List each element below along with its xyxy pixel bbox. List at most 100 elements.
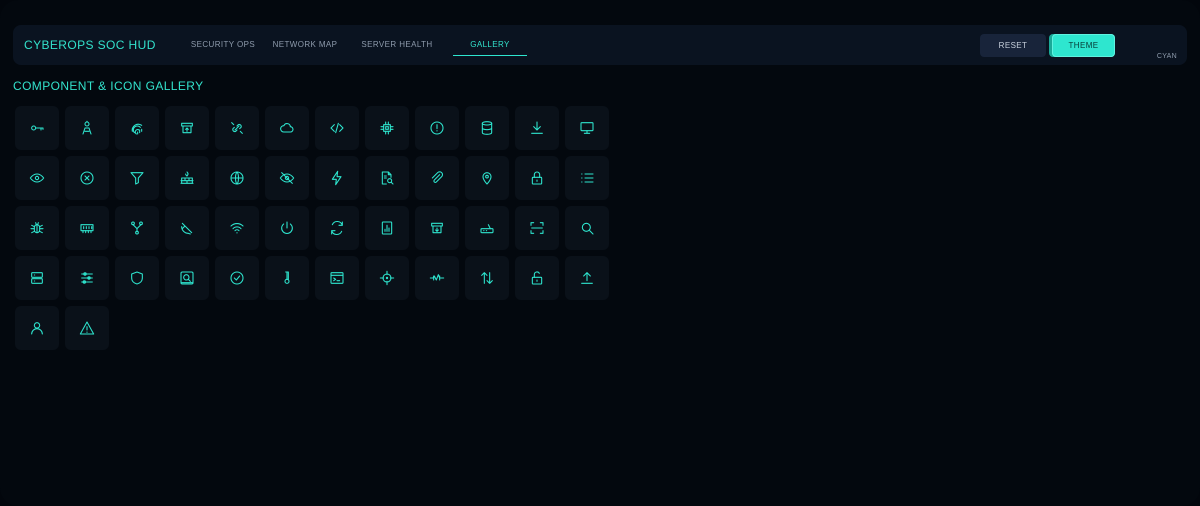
gallery-tile-download[interactable] [515, 106, 559, 150]
file-search-icon [379, 170, 395, 186]
tab-gallery[interactable]: GALLERY [453, 25, 527, 65]
gallery-tile-refresh[interactable] [315, 206, 359, 250]
gallery-tile-user-badge[interactable] [65, 106, 109, 150]
gallery-tile-file-search[interactable] [365, 156, 409, 200]
reset-button[interactable]: RESET [980, 34, 1046, 57]
memory-icon [79, 220, 95, 236]
list-icon [579, 170, 595, 186]
gallery-tile-archive-down[interactable] [415, 206, 459, 250]
gallery-tile-arrows-up-down[interactable] [465, 256, 509, 300]
gallery-tile-monitor[interactable] [565, 106, 609, 150]
gallery-tile-shield[interactable] [115, 256, 159, 300]
activity-pulse-icon [429, 270, 445, 286]
gallery-title: COMPONENT & ICON GALLERY [13, 79, 204, 93]
theme-button[interactable]: THEME [1052, 34, 1115, 57]
app-title: CYBEROPS SOC HUD [24, 38, 156, 52]
gallery-tile-unlink[interactable] [215, 106, 259, 150]
eye-icon [29, 170, 45, 186]
lock-icon [529, 170, 545, 186]
gallery-tile-router[interactable] [465, 206, 509, 250]
gallery-tile-key[interactable] [15, 106, 59, 150]
check-circle-icon [229, 270, 245, 286]
gallery-tile-list[interactable] [565, 156, 609, 200]
firewall-icon [179, 170, 195, 186]
gallery-tile-globe[interactable] [215, 156, 259, 200]
gallery-tile-power[interactable] [265, 206, 309, 250]
unlock-icon [529, 270, 545, 286]
gallery-tile-thermometer[interactable] [265, 256, 309, 300]
gallery-tile-unlock[interactable] [515, 256, 559, 300]
gallery-tile-wifi[interactable] [215, 206, 259, 250]
search-icon [579, 220, 595, 236]
sliders-icon [79, 270, 95, 286]
gallery-tile-fingerprint[interactable] [115, 106, 159, 150]
main-tabs: SECURITY OPS NETWORK MAP SERVER HEALTH G… [189, 25, 527, 65]
gallery-tile-scan[interactable] [515, 206, 559, 250]
report-icon [379, 220, 395, 236]
gallery-tile-cloud[interactable] [265, 106, 309, 150]
gallery-tile-crosshair[interactable] [365, 256, 409, 300]
safe-search-icon [179, 270, 195, 286]
scan-icon [529, 220, 545, 236]
tab-security-ops[interactable]: SECURITY OPS [189, 25, 257, 65]
icon-gallery-grid [15, 106, 609, 350]
cloud-icon [279, 120, 295, 136]
gallery-tile-warning[interactable] [65, 306, 109, 350]
gallery-tile-activity-pulse[interactable] [415, 256, 459, 300]
archive-down-icon [429, 220, 445, 236]
gallery-tile-database[interactable] [465, 106, 509, 150]
gallery-tile-sliders[interactable] [65, 256, 109, 300]
user-badge-icon [79, 120, 95, 136]
gallery-tile-paperclip[interactable] [415, 156, 459, 200]
gallery-tile-memory[interactable] [65, 206, 109, 250]
gallery-tile-check-circle[interactable] [215, 256, 259, 300]
gallery-tile-archive-upload[interactable] [165, 106, 209, 150]
gallery-tile-cpu[interactable] [365, 106, 409, 150]
satellite-dish-icon [179, 220, 195, 236]
unlink-icon [229, 120, 245, 136]
gallery-tile-user[interactable] [15, 306, 59, 350]
gallery-tile-lock[interactable] [515, 156, 559, 200]
tab-server-health[interactable]: SERVER HEALTH [353, 25, 441, 65]
gallery-tile-search[interactable] [565, 206, 609, 250]
gallery-tile-upload[interactable] [565, 256, 609, 300]
user-icon [29, 320, 45, 336]
alert-octagon-icon [429, 120, 445, 136]
gallery-tile-map-pin[interactable] [465, 156, 509, 200]
x-circle-icon [79, 170, 95, 186]
zap-icon [329, 170, 345, 186]
gallery-tile-terminal[interactable] [315, 256, 359, 300]
thermometer-icon [279, 270, 295, 286]
crosshair-icon [379, 270, 395, 286]
gallery-tile-alert-octagon[interactable] [415, 106, 459, 150]
shield-icon [129, 270, 145, 286]
gallery-tile-filter[interactable] [115, 156, 159, 200]
fingerprint-icon [129, 120, 145, 136]
power-icon [279, 220, 295, 236]
globe-icon [229, 170, 245, 186]
gallery-tile-firewall[interactable] [165, 156, 209, 200]
filter-icon [129, 170, 145, 186]
gallery-tile-satellite-dish[interactable] [165, 206, 209, 250]
gallery-tile-safe-search[interactable] [165, 256, 209, 300]
top-navigation-bar: CYBEROPS SOC HUD SECURITY OPS NETWORK MA… [13, 25, 1187, 65]
warning-icon [79, 320, 95, 336]
gallery-tile-zap[interactable] [315, 156, 359, 200]
key-icon [29, 120, 45, 136]
gallery-tile-git-network[interactable] [115, 206, 159, 250]
paperclip-icon [429, 170, 445, 186]
gallery-tile-report[interactable] [365, 206, 409, 250]
monitor-icon [579, 120, 595, 136]
code-icon [329, 120, 345, 136]
git-network-icon [129, 220, 145, 236]
gallery-tile-server[interactable] [15, 256, 59, 300]
cpu-icon [379, 120, 395, 136]
tab-network-map[interactable]: NETWORK MAP [257, 25, 353, 65]
gallery-tile-code[interactable] [315, 106, 359, 150]
gallery-tile-bug[interactable] [15, 206, 59, 250]
gallery-tile-eye-off[interactable] [265, 156, 309, 200]
gallery-tile-eye[interactable] [15, 156, 59, 200]
archive-upload-icon [179, 120, 195, 136]
gallery-tile-x-circle[interactable] [65, 156, 109, 200]
upload-icon [579, 270, 595, 286]
